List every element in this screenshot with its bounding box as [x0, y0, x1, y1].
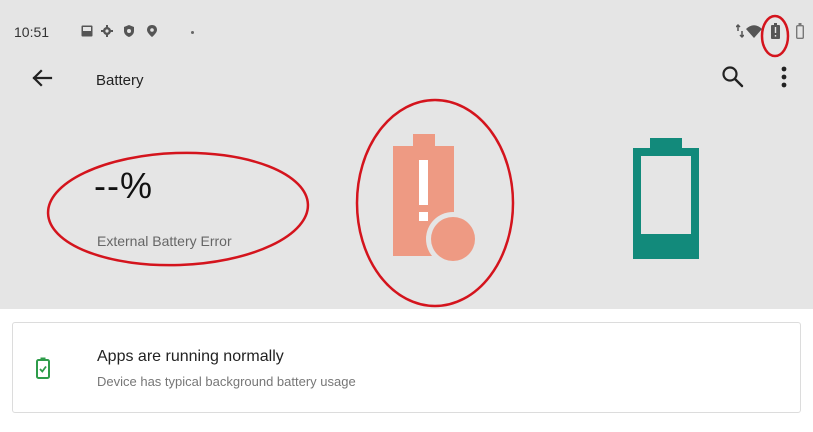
location-pin-icon	[147, 25, 157, 37]
battery-status-message: External Battery Error	[97, 233, 232, 249]
battery-alert-icon	[393, 134, 480, 266]
search-icon[interactable]	[718, 62, 748, 92]
image-icon	[81, 25, 93, 37]
battery-full-icon	[633, 138, 699, 259]
status-time: 10:51	[14, 24, 50, 40]
more-vert-icon[interactable]	[770, 62, 798, 92]
wifi-icon	[746, 25, 762, 38]
data-arrows-icon	[736, 23, 744, 39]
battery-settings-screen: 10:51 Battery --% External Battery Error…	[0, 0, 813, 432]
battery-tip-card[interactable]: Apps are running normally Device has typ…	[12, 322, 801, 413]
battery-icon	[796, 23, 804, 39]
status-bar: 10:51	[0, 0, 813, 50]
settings-gear-icon	[101, 25, 113, 37]
battery-alert-icon	[771, 23, 780, 39]
battery-header: 10:51 Battery --% External Battery Error	[0, 0, 813, 309]
card-title: Apps are running normally	[97, 348, 284, 365]
battery-percentage: --%	[94, 165, 153, 206]
shield-icon	[124, 25, 134, 37]
page-title: Battery	[96, 72, 144, 89]
toolbar: Battery	[0, 50, 813, 110]
dot-icon	[191, 31, 194, 34]
card-subtitle: Device has typical background battery us…	[97, 374, 356, 389]
back-arrow-icon[interactable]	[26, 62, 58, 94]
battery-check-icon	[36, 357, 50, 379]
